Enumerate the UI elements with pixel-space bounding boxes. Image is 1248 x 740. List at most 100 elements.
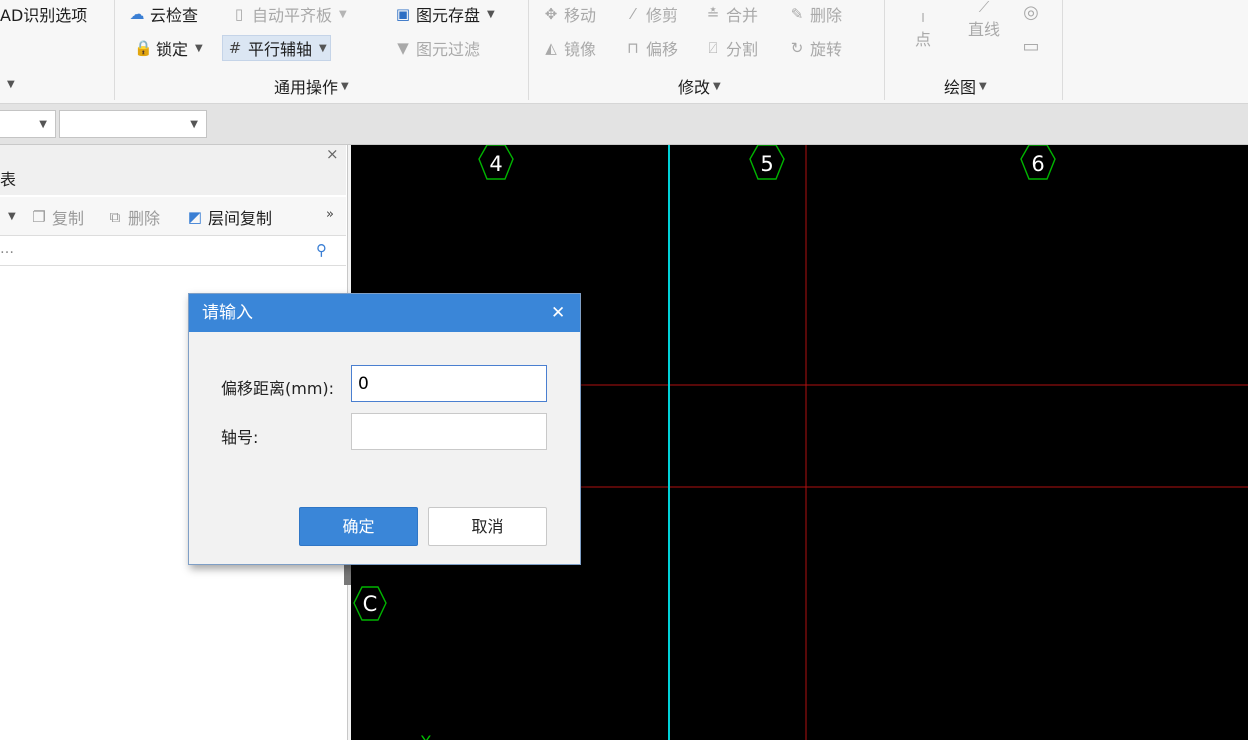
ribbon-separator [1062, 0, 1063, 100]
rotate-button[interactable]: ↻ 旋转 [788, 36, 842, 60]
auto-align-slab-button[interactable]: ▯ 自动平齐板 ▼ [230, 2, 347, 26]
panel-title: 表 [0, 165, 346, 195]
floor-copy-icon: ◩ [187, 208, 203, 226]
merge-icon: ≛ [706, 5, 720, 23]
offset-icon: ⊓ [627, 39, 639, 57]
draw-circle-button[interactable]: ◎ [1022, 1, 1040, 25]
axis-marker-5[interactable]: 5 [749, 145, 785, 180]
mirror-button[interactable]: ◭ 镜像 [542, 36, 596, 60]
component-selector-dropdown[interactable]: ▼ [59, 110, 207, 138]
cad-options-dropdown[interactable]: ▼ [4, 72, 15, 96]
panel-delete-button[interactable]: ⧉ 删除 [106, 205, 160, 229]
chevron-down-icon: ▼ [979, 80, 987, 92]
lock-label: 锁定 [156, 40, 189, 59]
chevron-down-icon: ▼ [339, 8, 347, 20]
general-ops-text: 通用操作 [274, 78, 339, 97]
copy-button[interactable]: ❐ 复制 [30, 205, 84, 229]
floor-selector-dropdown[interactable]: ▼ [0, 110, 56, 138]
delete-button[interactable]: ✎ 删除 [788, 2, 842, 26]
search-row: … ⚲ [0, 237, 346, 266]
chevron-down-icon: ▼ [39, 119, 47, 130]
copy-label: 复制 [52, 209, 85, 228]
lock-button[interactable]: 🔒 锁定 ▼ [134, 36, 203, 60]
cloud-check-label: 云检查 [150, 6, 199, 25]
panel-header: × [0, 145, 346, 165]
element-filter-button[interactable]: ▼ 图元过滤 [394, 36, 480, 60]
split-label: 分割 [726, 40, 759, 59]
offset-distance-label: 偏移距离(mm): [221, 379, 335, 398]
align-icon: ▯ [234, 5, 244, 23]
panel-toolbar: ▼ ❐ 复制 ⧉ 删除 ◩ 层间复制 » [0, 197, 346, 236]
chevron-down-icon: ▼ [713, 80, 721, 92]
floor-copy-button[interactable]: ◩ 层间复制 [186, 205, 272, 229]
lock-icon: 🔒 [134, 39, 153, 57]
new-dropdown-caret[interactable]: ▼ [8, 211, 16, 222]
line-icon: ⟋ [978, 0, 990, 16]
grid-hash-icon: # [228, 39, 242, 57]
cad-recognition-options-button[interactable]: AD识别选项 [0, 2, 87, 26]
draw-line-button[interactable]: ⟋ 直线 [968, 0, 1000, 40]
trim-icon: ⁄ [631, 5, 635, 23]
eraser-icon: ✎ [790, 5, 804, 23]
auto-align-label: 自动平齐板 [252, 6, 333, 25]
search-icon[interactable]: ⚲ [316, 241, 327, 259]
more-tools-icon[interactable]: » [326, 207, 334, 222]
merge-button[interactable]: ≛ 合并 [704, 2, 758, 26]
offset-button[interactable]: ⊓ 偏移 [624, 36, 678, 60]
offset-label: 偏移 [646, 40, 679, 59]
axis-marker-4[interactable]: 4 [478, 145, 514, 180]
input-dialog: 请输入 ✕ 偏移距离(mm): 轴号: 确定 取消 [188, 293, 581, 565]
general-ops-group-label[interactable]: 通用操作 ▼ [274, 74, 349, 98]
dialog-title: 请输入 [202, 303, 253, 323]
panel-title-text: 表 [0, 170, 17, 189]
offset-distance-input[interactable] [351, 365, 547, 402]
draw-point-button[interactable]: ╵ 点 [914, 15, 932, 50]
ribbon-separator [114, 0, 115, 100]
floor-copy-label: 层间复制 [208, 209, 273, 228]
panel-delete-label: 删除 [128, 209, 161, 228]
axis-label-4: 4 [489, 152, 502, 176]
cancel-button[interactable]: 取消 [428, 507, 547, 546]
split-button[interactable]: ⍁ 分割 [704, 36, 758, 60]
split-icon: ⍁ [708, 39, 718, 57]
mirror-label: 镜像 [564, 40, 597, 59]
axis-marker-c[interactable]: C [353, 586, 387, 621]
ok-button[interactable]: 确定 [299, 507, 418, 546]
chevron-down-icon: ▼ [487, 8, 495, 20]
chevron-down-icon: ▼ [7, 78, 15, 90]
rotate-label: 旋转 [810, 40, 843, 59]
cloud-check-button[interactable]: ☁ 云检查 [128, 2, 199, 26]
chevron-down-icon: ▼ [195, 42, 203, 54]
search-input[interactable]: … [0, 241, 14, 257]
line-label: 直线 [968, 20, 1001, 39]
panel-close-icon[interactable]: × [326, 145, 339, 163]
move-label: 移动 [564, 6, 597, 25]
delete-label: 删除 [810, 6, 843, 25]
element-save-label: 图元存盘 [416, 6, 481, 25]
chevron-down-icon: ▼ [319, 42, 327, 54]
trim-label: 修剪 [646, 6, 679, 25]
rectangle-icon: ▭ [1022, 36, 1040, 57]
move-button[interactable]: ✥ 移动 [542, 2, 596, 26]
draw-rectangle-button[interactable]: ▭ [1022, 35, 1040, 59]
copy-icon: ❐ [32, 208, 46, 226]
merge-label: 合并 [726, 6, 759, 25]
dialog-title-bar[interactable]: 请输入 ✕ [189, 294, 580, 332]
trim-button[interactable]: ⁄ 修剪 [624, 2, 678, 26]
axis-number-label: 轴号: [221, 428, 259, 447]
axis-marker-6[interactable]: 6 [1020, 145, 1056, 180]
chevron-down-icon: ▼ [190, 119, 198, 130]
filter-icon: ▼ [397, 39, 409, 57]
save-disk-icon: ▣ [395, 5, 411, 23]
parallel-axis-button[interactable]: # 平行辅轴 ▼ [222, 35, 331, 61]
draw-group-label[interactable]: 绘图 ▼ [944, 74, 987, 98]
modify-group-label[interactable]: 修改 ▼ [678, 74, 721, 98]
mirror-icon: ◭ [545, 39, 557, 57]
element-save-button[interactable]: ▣ 图元存盘 ▼ [394, 2, 495, 26]
axis-label-5: 5 [760, 152, 773, 176]
axis-number-input[interactable] [351, 413, 547, 450]
delete-doc-icon: ⧉ [109, 208, 121, 226]
close-icon[interactable]: ✕ [551, 294, 565, 332]
element-filter-label: 图元过滤 [416, 40, 481, 59]
selector-toolbar: ▼ ▼ [0, 104, 1248, 145]
